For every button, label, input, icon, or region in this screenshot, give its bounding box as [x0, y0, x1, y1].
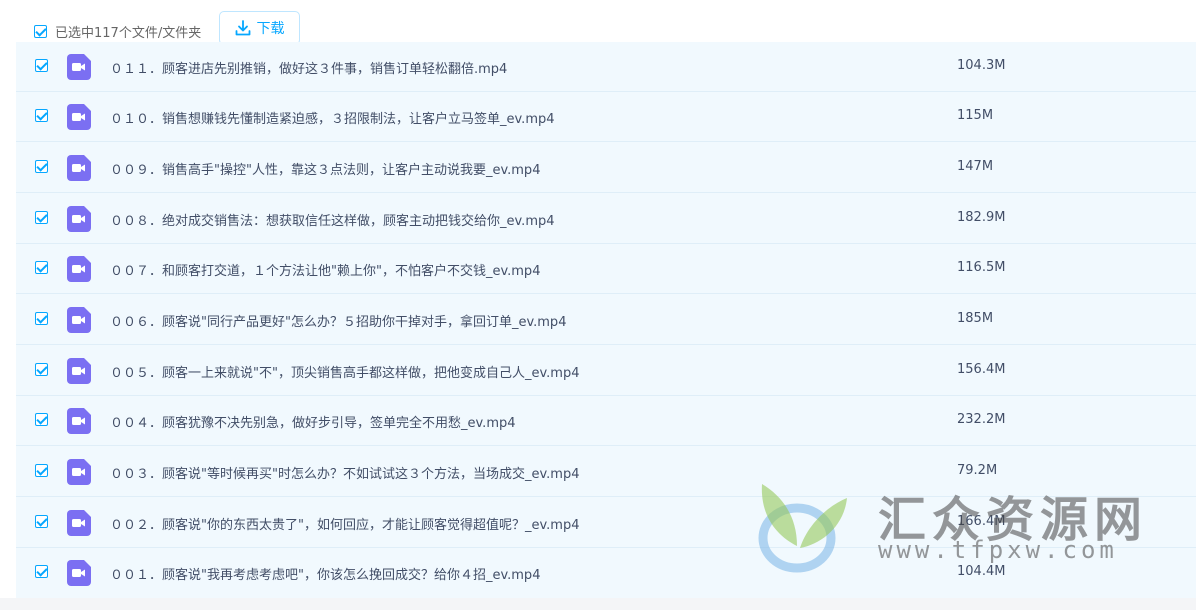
download-label: 下载 — [256, 21, 285, 37]
file-name[interactable]: ００７．和顾客打交道，１个方法让他"赖上你"，不怕客户不交钱_ev.mp4 — [110, 260, 540, 279]
file-name[interactable]: ００５．顾客一上来就说"不"，顶尖销售高手都这样做，把他变成自己人_ev.mp4 — [110, 362, 579, 381]
video-file-icon — [67, 408, 91, 434]
file-name[interactable]: ００６．顾客说"同行产品更好"怎么办？５招助你干掉对手，拿回订单_ev.mp4 — [110, 311, 566, 330]
file-row[interactable]: ００３．顾客说"等时候再买"时怎么办？不如试试这３个方法，当场成交_ev.mp4… — [16, 447, 1196, 497]
file-name[interactable]: ０１０．销售想赚钱先懂制造紧迫感，３招限制法，让客户立马签单_ev.mp4 — [110, 108, 555, 127]
file-row[interactable]: ００９．销售高手"操控"人性，靠这３点法则，让客户主动说我要_ev.mp4 147… — [16, 143, 1196, 193]
select-all-checkbox[interactable] — [34, 25, 47, 38]
file-size: 156.4M — [957, 362, 1006, 377]
video-file-icon — [67, 104, 91, 130]
file-size: 104.3M — [957, 58, 1006, 73]
file-checkbox[interactable] — [35, 211, 48, 224]
file-name[interactable]: ００３．顾客说"等时候再买"时怎么办？不如试试这３个方法，当场成交_ev.mp4 — [110, 463, 579, 482]
file-size: 104.4M — [957, 564, 1006, 579]
file-row[interactable]: ００６．顾客说"同行产品更好"怎么办？５招助你干掉对手，拿回订单_ev.mp4 1… — [16, 295, 1196, 345]
file-size: 166.4M — [957, 514, 1006, 529]
file-row[interactable]: ００１．顾客说"我再考虑考虑吧"，你该怎么挽回成交？给你４招_ev.mp4 104… — [16, 548, 1196, 598]
select-all[interactable]: 已选中117个文件/文件夹 — [34, 22, 201, 41]
file-checkbox[interactable] — [35, 363, 48, 376]
file-name[interactable]: ００４．顾客犹豫不决先别急，做好步引导，签单完全不用愁_ev.mp4 — [110, 412, 516, 431]
file-row[interactable]: ００７．和顾客打交道，１个方法让他"赖上你"，不怕客户不交钱_ev.mp4 116… — [16, 244, 1196, 294]
file-row[interactable]: ０１０．销售想赚钱先懂制造紧迫感，３招限制法，让客户立马签单_ev.mp4 115… — [16, 92, 1196, 142]
file-name[interactable]: ００１．顾客说"我再考虑考虑吧"，你该怎么挽回成交？给你４招_ev.mp4 — [110, 564, 540, 583]
file-row[interactable]: ００２．顾客说"你的东西太贵了"，如何回应，才能让顾客觉得超值呢？_ev.mp4… — [16, 498, 1196, 548]
file-size: 182.9M — [957, 210, 1006, 225]
video-file-icon — [67, 54, 91, 80]
video-file-icon — [67, 510, 91, 536]
file-row[interactable]: ００５．顾客一上来就说"不"，顶尖销售高手都这样做，把他变成自己人_ev.mp4… — [16, 346, 1196, 396]
file-row[interactable]: ００８．绝对成交销售法：想获取信任这样做，顾客主动把钱交给你_ev.mp4 182… — [16, 194, 1196, 244]
selection-count-label: 已选中117个文件/文件夹 — [55, 26, 202, 41]
download-icon — [235, 20, 250, 36]
file-checkbox[interactable] — [35, 565, 48, 578]
file-row[interactable]: ０１１．顾客进店先别推销，做好这３件事，销售订单轻松翻倍.mp4 104.3M — [16, 42, 1196, 92]
file-checkbox[interactable] — [35, 109, 48, 122]
bottom-bar — [0, 598, 1196, 610]
file-checkbox[interactable] — [35, 515, 48, 528]
file-checkbox[interactable] — [35, 261, 48, 274]
file-size: 185M — [957, 311, 994, 326]
video-file-icon — [67, 459, 91, 485]
video-file-icon — [67, 256, 91, 282]
video-file-icon — [67, 206, 91, 232]
file-name[interactable]: ００２．顾客说"你的东西太贵了"，如何回应，才能让顾客觉得超值呢？_ev.mp4 — [110, 514, 579, 533]
file-checkbox[interactable] — [35, 160, 48, 173]
file-list: ０１１．顾客进店先别推销，做好这３件事，销售订单轻松翻倍.mp4 104.3M ０１… — [16, 42, 1196, 598]
file-checkbox[interactable] — [35, 413, 48, 426]
file-checkbox[interactable] — [35, 59, 48, 72]
file-name[interactable]: ０１１．顾客进店先别推销，做好这３件事，销售订单轻松翻倍.mp4 — [110, 58, 507, 77]
file-size: 147M — [957, 159, 994, 174]
video-file-icon — [67, 560, 91, 586]
file-checkbox[interactable] — [35, 464, 48, 477]
file-size: 116.5M — [957, 260, 1006, 275]
download-button[interactable]: 下载 — [219, 11, 300, 45]
file-row[interactable]: ００４．顾客犹豫不决先别急，做好步引导，签单完全不用愁_ev.mp4 232.2M — [16, 396, 1196, 446]
file-size: 79.2M — [957, 463, 998, 478]
video-file-icon — [67, 155, 91, 181]
file-name[interactable]: ００８．绝对成交销售法：想获取信任这样做，顾客主动把钱交给你_ev.mp4 — [110, 210, 555, 229]
file-size: 115M — [957, 108, 994, 123]
file-name[interactable]: ００９．销售高手"操控"人性，靠这３点法则，让客户主动说我要_ev.mp4 — [110, 159, 540, 178]
video-file-icon — [67, 307, 91, 333]
video-file-icon — [67, 358, 91, 384]
file-size: 232.2M — [957, 412, 1006, 427]
file-checkbox[interactable] — [35, 312, 48, 325]
